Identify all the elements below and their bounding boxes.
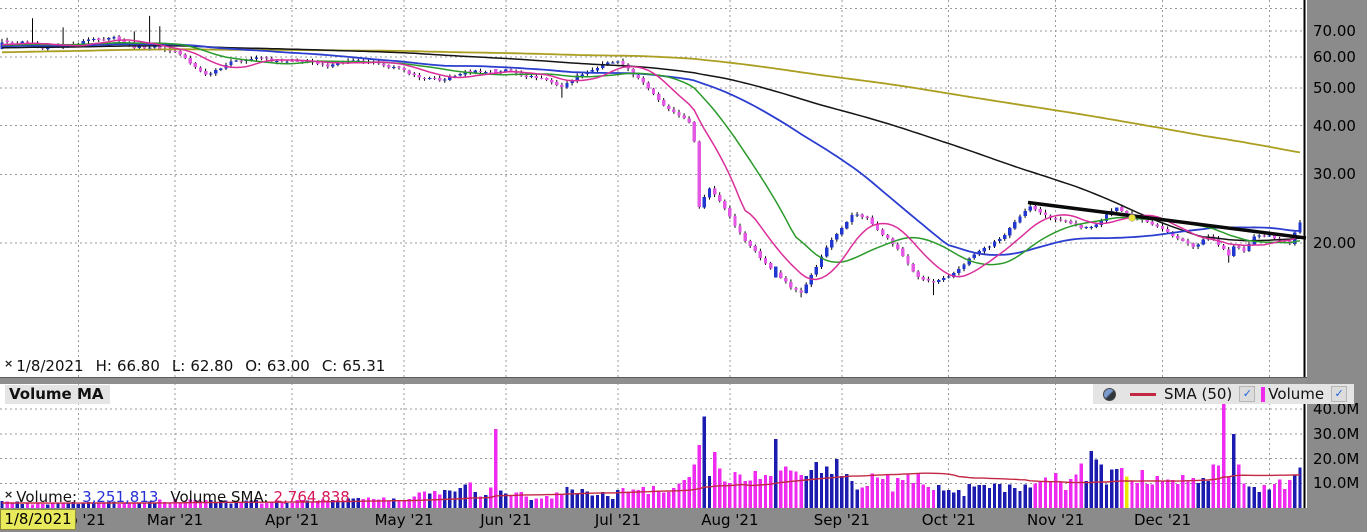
readout-high-value: 66.80 (117, 357, 160, 375)
close-volume-readout-icon[interactable]: × (4, 488, 13, 501)
sma-line-swatch (1130, 393, 1156, 396)
time-axis-month-label: Aug '21 (685, 511, 775, 529)
price-axis-tick: 60.00 (1313, 48, 1356, 66)
price-readout: ×1/8/2021 H: 66.80 L: 62.80 O: 63.00 C:65.31 (4, 357, 385, 375)
price-axis-tick: 50.00 (1313, 79, 1356, 97)
selected-date-bubble: 1/8/2021 (0, 509, 76, 530)
volume-ma-pane-label: Volume MA (5, 385, 110, 404)
readout-close-label: C: (322, 357, 338, 375)
time-axis-month-label: Jul '21 (573, 511, 663, 529)
time-axis-month-label: Sep '21 (797, 511, 887, 529)
readout-close-value: 65.31 (342, 357, 385, 375)
time-axis-month-label: Mar '21 (130, 511, 220, 529)
indicator-settings-icon[interactable] (1103, 388, 1116, 401)
sma-legend-label: SMA (50) (1164, 385, 1232, 403)
time-axis-month-label: Nov '21 (1011, 511, 1101, 529)
time-axis[interactable]: 1/8/2021 Feb '21Mar '21Apr '21May '21Jun… (0, 508, 1367, 532)
volume-readout: ×Volume: 3,251,813 Volume SMA: 2,764,838 (4, 488, 350, 506)
time-axis-month-label: Jun '21 (461, 511, 551, 529)
time-axis-month-label: Oct '21 (904, 511, 994, 529)
charting-app-window: ×1/8/2021H:66.80L:62.80O:63.00C:65.31 Vo… (0, 0, 1367, 532)
readout-high-label: H: (96, 357, 112, 375)
volume-value: 3,251,813 (82, 488, 158, 506)
volume-bar-swatch (1261, 387, 1265, 402)
readout-low-value: 62.80 (190, 357, 233, 375)
sma-10-line (2, 40, 1300, 280)
sma-20-line (2, 43, 1300, 265)
volume-axis-tick: 20.0M (1313, 450, 1359, 468)
sma-dropdown-toggle[interactable]: ✓ (1239, 386, 1255, 402)
time-axis-month-label: Apr '21 (247, 511, 337, 529)
volume-sma-value: 2,764,838 (273, 488, 349, 506)
candles (0, 16, 1301, 298)
volume-axis-tick: 10.0M (1313, 474, 1359, 492)
close-price-readout-icon[interactable]: × (4, 357, 13, 370)
time-axis-month-label: May '21 (359, 511, 449, 529)
volume-legend-label: Volume (1268, 385, 1324, 403)
price-axis-tick: 70.00 (1313, 22, 1356, 40)
volume-label: Volume: (16, 488, 77, 506)
volume-sma-label: Volume SMA: (170, 488, 268, 506)
pane-divider[interactable] (0, 377, 1307, 384)
readout-open-value: 63.00 (267, 357, 310, 375)
time-axis-month-label: Dec '21 (1118, 511, 1208, 529)
price-chart-canvas[interactable] (0, 0, 1307, 377)
volume-dropdown-toggle[interactable]: ✓ (1331, 386, 1347, 402)
price-axis-tick: 20.00 (1313, 234, 1356, 252)
volume-axis-tick: 30.0M (1313, 425, 1359, 443)
readout-open-label: O: (245, 357, 262, 375)
price-axis-tick: 40.00 (1313, 117, 1356, 135)
readout-low-label: L: (172, 357, 185, 375)
trendline-handle-dot (1129, 214, 1136, 221)
volume-pane-legend: SMA (50) ✓ Volume ✓ (1093, 384, 1354, 404)
price-axis-tick: 30.00 (1313, 165, 1356, 183)
price-axis-column[interactable]: 70.0060.0050.0040.0030.0020.0040.0M30.0M… (1307, 0, 1367, 532)
readout-date: 1/8/2021 (16, 357, 83, 375)
